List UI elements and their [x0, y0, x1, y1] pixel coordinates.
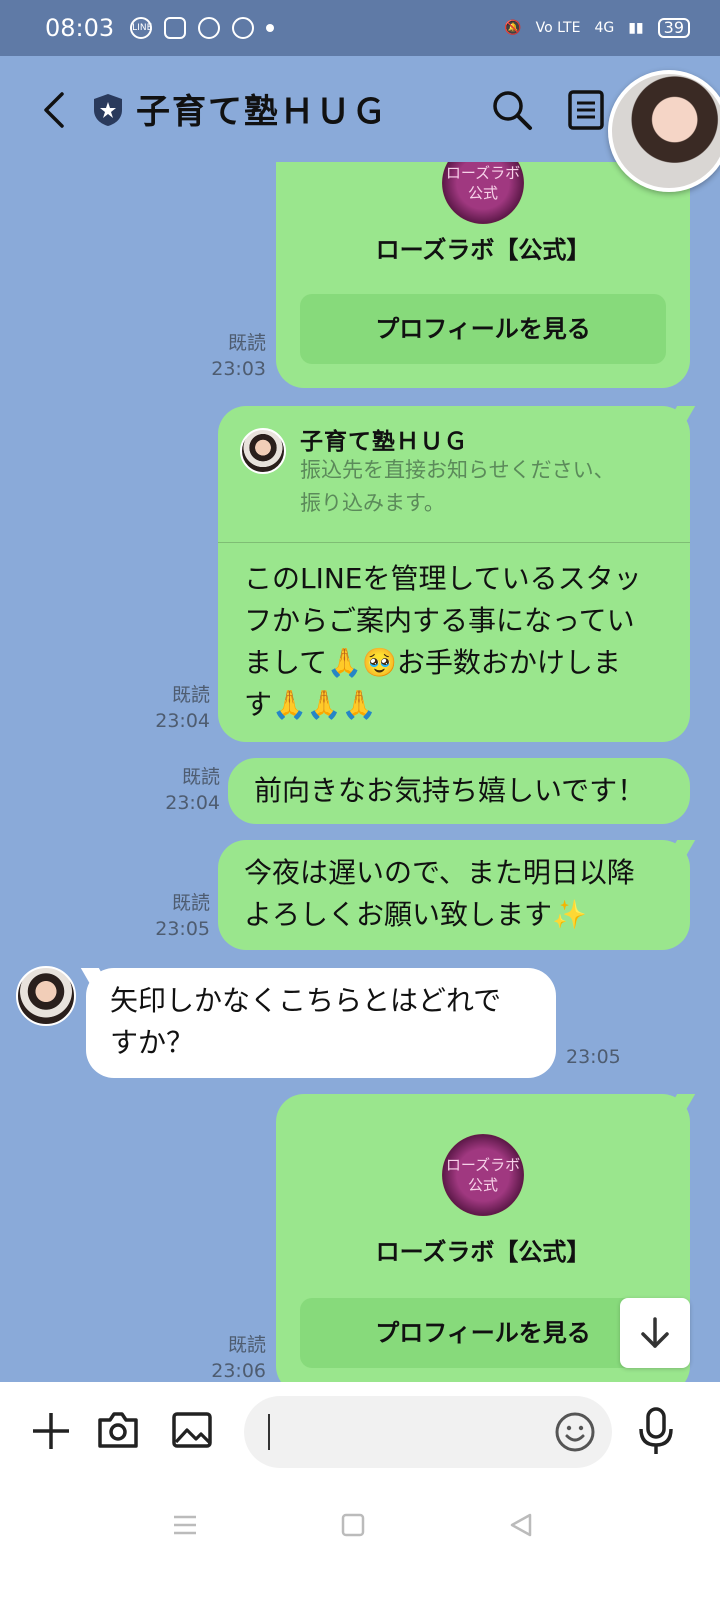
back-nav-icon[interactable] — [508, 1512, 534, 1538]
recent-apps-icon[interactable] — [172, 1512, 198, 1538]
rose-lab-logo: ローズラボ 公式 — [442, 162, 524, 224]
view-profile-button[interactable]: プロフィールを見る — [300, 294, 666, 364]
sender-avatar[interactable] — [16, 966, 76, 1026]
arrow-down-icon — [641, 1317, 669, 1348]
card-account-name: ローズラボ【公式】 — [375, 1238, 591, 1266]
shield-icon — [94, 94, 122, 126]
message-time: 23:05 — [566, 1046, 621, 1068]
message-text: 前向きなお気持ち嬉しいです！ — [254, 774, 646, 807]
home-icon[interactable] — [340, 1512, 366, 1538]
incoming-message[interactable]: 矢印しかなくこちらとはどれで すか？ — [86, 968, 556, 1078]
floating-user-avatar[interactable] — [608, 70, 720, 192]
note-menu-icon[interactable] — [566, 88, 606, 132]
read-receipt: 既読 23:05 — [155, 892, 210, 940]
plus-icon[interactable] — [30, 1410, 72, 1452]
message-input-bar — [0, 1382, 720, 1482]
read-receipt: 既読 23:04 — [155, 684, 210, 732]
read-receipt: 既読 23:06 — [211, 1334, 266, 1382]
system-icons: 🔕 Vo LTE 4G ▮▮ 39 — [504, 18, 690, 38]
message-text: 今夜は遅いので、また明日以降 よろしくお願い致します✨ — [244, 856, 635, 931]
card-account-name: ローズラボ【公式】 — [375, 236, 591, 264]
chat-messages[interactable]: 既読 23:03 ローズラボ 公式 ローズラボ【公式】 プロフィールを見る 既読… — [0, 162, 720, 1390]
quoted-user-avatar — [240, 428, 286, 474]
volte-icon: Vo LTE — [535, 20, 581, 36]
image-icon[interactable] — [170, 1408, 214, 1452]
messenger-notification-icon — [232, 17, 255, 39]
back-button[interactable] — [34, 88, 74, 132]
chat-title: 子育て塾ＨＵＧ — [136, 92, 388, 132]
text-cursor — [268, 1414, 270, 1450]
quote-divider — [218, 542, 690, 543]
quoted-sender-name: 子育て塾ＨＵＧ — [300, 429, 468, 455]
network-icon: 4G — [594, 20, 615, 36]
message-text: 矢印しかなくこちらとはどれで すか？ — [110, 984, 502, 1059]
scroll-to-bottom-button[interactable] — [620, 1298, 690, 1368]
read-receipt: 既読 23:03 — [211, 332, 266, 380]
read-receipt: 既読 23:04 — [165, 766, 220, 814]
signal-icon: ▮▮ — [628, 20, 644, 36]
system-navigation-bar — [0, 1482, 720, 1600]
reply-message[interactable]: 子育て塾ＨＵＧ 振込先を直接お知らせください、 振り込みます。 このLINEを管… — [218, 406, 690, 742]
smiley-notification-icon — [198, 17, 221, 39]
mute-icon: 🔕 — [504, 20, 522, 36]
outgoing-message[interactable]: 今夜は遅いので、また明日以降 よろしくお願い致します✨ — [218, 840, 690, 950]
emoji-icon[interactable] — [554, 1411, 596, 1453]
notification-icons: LINE — [130, 17, 275, 39]
microphone-icon[interactable] — [636, 1406, 676, 1456]
camera-icon[interactable] — [96, 1408, 140, 1452]
profile-card-message[interactable]: ローズラボ 公式 ローズラボ【公式】 プロフィールを見る — [276, 162, 690, 388]
message-text: このLINEを管理しているスタッ フからご案内する事になってい まして🙏🥹お手数… — [244, 562, 642, 721]
battery-icon: 39 — [657, 18, 690, 38]
search-icon[interactable] — [490, 88, 534, 132]
outgoing-message[interactable]: 前向きなお気持ち嬉しいです！ — [228, 758, 690, 824]
message-input[interactable] — [244, 1396, 612, 1468]
status-time: 08:03 — [45, 14, 115, 42]
instagram-notification-icon — [164, 17, 187, 39]
line-notification-icon: LINE — [130, 17, 152, 39]
more-notifications-icon — [266, 24, 275, 32]
rose-lab-logo: ローズラボ 公式 — [442, 1134, 524, 1216]
status-bar: 08:03 LINE 🔕 Vo LTE 4G ▮▮ 39 — [0, 0, 720, 56]
view-profile-button[interactable]: プロフィールを見る — [300, 1298, 666, 1368]
quoted-message-text: 振込先を直接お知らせください、 振り込みます。 — [300, 458, 615, 515]
